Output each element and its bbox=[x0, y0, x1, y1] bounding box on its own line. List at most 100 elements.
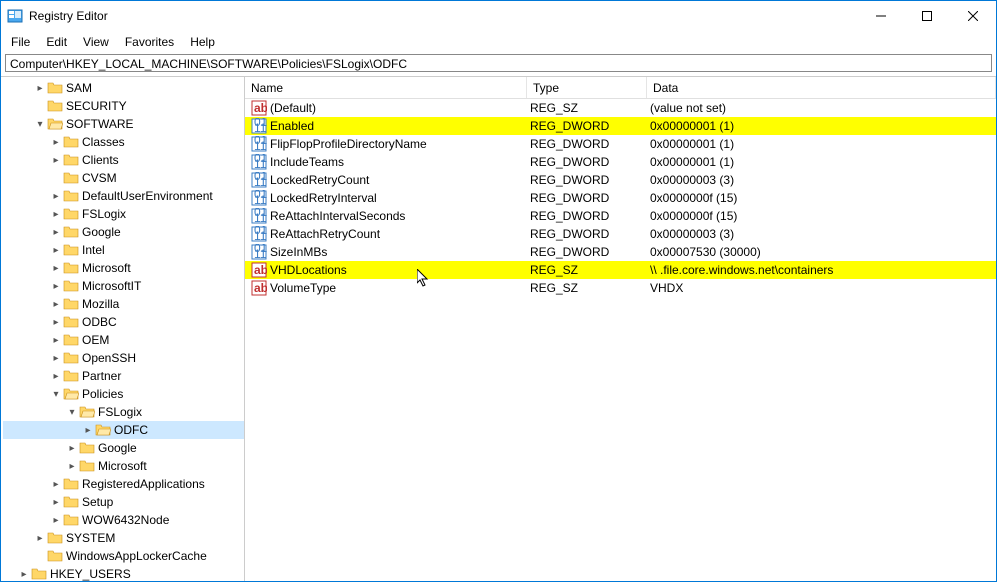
tree-item-label: Microsoft bbox=[82, 261, 131, 275]
tree-item[interactable]: WindowsAppLockerCache bbox=[3, 547, 244, 565]
menu-view[interactable]: View bbox=[77, 33, 115, 51]
menu-help[interactable]: Help bbox=[184, 33, 221, 51]
expand-icon[interactable]: ▸ bbox=[49, 479, 63, 490]
tree-item[interactable]: CVSM bbox=[3, 169, 244, 187]
expand-icon[interactable]: ▸ bbox=[49, 497, 63, 508]
expand-icon[interactable]: ▸ bbox=[65, 443, 79, 454]
tree-item[interactable]: ▸ ODBC bbox=[3, 313, 244, 331]
expand-icon[interactable]: ▸ bbox=[33, 83, 47, 94]
value-row[interactable]: 011110 ReAttachIntervalSeconds REG_DWORD… bbox=[245, 207, 996, 225]
value-row[interactable]: ab VolumeType REG_SZ VHDX bbox=[245, 279, 996, 297]
col-type[interactable]: Type bbox=[527, 77, 647, 98]
value-row[interactable]: 011110 Enabled REG_DWORD 0x00000001 (1) bbox=[245, 117, 996, 135]
svg-text:110: 110 bbox=[254, 139, 267, 152]
tree-item[interactable]: ▸ Intel bbox=[3, 241, 244, 259]
value-row[interactable]: 011110 SizeInMBs REG_DWORD 0x00007530 (3… bbox=[245, 243, 996, 261]
expand-icon[interactable]: ▸ bbox=[49, 155, 63, 166]
tree-item-label: Google bbox=[82, 225, 121, 239]
value-row[interactable]: ab VHDLocations REG_SZ \\ .file.core.win… bbox=[245, 261, 996, 279]
tree-item-label: Partner bbox=[82, 369, 121, 383]
value-row[interactable]: 011110 IncludeTeams REG_DWORD 0x00000001… bbox=[245, 153, 996, 171]
title-bar: Registry Editor bbox=[1, 1, 996, 31]
value-row[interactable]: ab (Default) REG_SZ (value not set) bbox=[245, 99, 996, 117]
expand-icon[interactable]: ▸ bbox=[49, 299, 63, 310]
col-data[interactable]: Data bbox=[647, 77, 996, 98]
tree-item[interactable]: ▸ SYSTEM bbox=[3, 529, 244, 547]
tree-item[interactable]: ▸ WOW6432Node bbox=[3, 511, 244, 529]
tree-item[interactable]: ▸ Partner bbox=[3, 367, 244, 385]
value-data: 0x00000001 (1) bbox=[644, 137, 996, 151]
tree-item[interactable]: ▸ ODFC bbox=[3, 421, 244, 439]
tree-item[interactable]: ▸ Google bbox=[3, 223, 244, 241]
tree-item[interactable]: ▸ RegisteredApplications bbox=[3, 475, 244, 493]
expand-icon[interactable]: ▾ bbox=[33, 119, 47, 130]
value-data: 0x00000003 (3) bbox=[644, 227, 996, 241]
tree-item[interactable]: ▸ Microsoft bbox=[3, 259, 244, 277]
tree-item[interactable]: ▸ Clients bbox=[3, 151, 244, 169]
tree-item-label: Classes bbox=[82, 135, 125, 149]
tree-item[interactable]: ▸ Mozilla bbox=[3, 295, 244, 313]
menu-edit[interactable]: Edit bbox=[40, 33, 73, 51]
menu-favorites[interactable]: Favorites bbox=[119, 33, 180, 51]
value-type: REG_SZ bbox=[524, 281, 644, 295]
svg-text:110: 110 bbox=[254, 157, 267, 170]
expand-icon[interactable]: ▸ bbox=[49, 263, 63, 274]
content-area: ▸ SAM SECURITY▾ SOFTWARE▸ Classes▸ Clien… bbox=[1, 76, 996, 581]
values-list[interactable]: Name Type Data ab (Default) REG_SZ (valu… bbox=[245, 77, 996, 581]
tree-item[interactable]: ▸ Microsoft bbox=[3, 457, 244, 475]
tree-item[interactable]: ▸ Setup bbox=[3, 493, 244, 511]
tree-item[interactable]: ▾ SOFTWARE bbox=[3, 115, 244, 133]
menu-file[interactable]: File bbox=[5, 33, 36, 51]
value-row[interactable]: 011110 LockedRetryInterval REG_DWORD 0x0… bbox=[245, 189, 996, 207]
tree-item-label: Microsoft bbox=[98, 459, 147, 473]
value-row[interactable]: 011110 ReAttachRetryCount REG_DWORD 0x00… bbox=[245, 225, 996, 243]
tree-item-label: WindowsAppLockerCache bbox=[66, 549, 207, 563]
minimize-button[interactable] bbox=[858, 1, 904, 31]
tree-item-label: ODFC bbox=[114, 423, 148, 437]
tree-item[interactable]: SECURITY bbox=[3, 97, 244, 115]
expand-icon[interactable]: ▸ bbox=[33, 533, 47, 544]
tree-item-label: Policies bbox=[82, 387, 123, 401]
maximize-button[interactable] bbox=[904, 1, 950, 31]
tree-item[interactable]: ▾ FSLogix bbox=[3, 403, 244, 421]
expand-icon[interactable]: ▾ bbox=[65, 407, 79, 418]
value-type: REG_DWORD bbox=[524, 209, 644, 223]
mouse-cursor bbox=[417, 269, 433, 289]
expand-icon[interactable]: ▸ bbox=[49, 371, 63, 382]
expand-icon[interactable]: ▸ bbox=[49, 227, 63, 238]
tree-item[interactable]: ▸ Google bbox=[3, 439, 244, 457]
tree-item[interactable]: ▸ FSLogix bbox=[3, 205, 244, 223]
col-name[interactable]: Name bbox=[245, 77, 527, 98]
window-title: Registry Editor bbox=[29, 9, 858, 23]
close-button[interactable] bbox=[950, 1, 996, 31]
expand-icon[interactable]: ▾ bbox=[49, 389, 63, 400]
expand-icon[interactable]: ▸ bbox=[49, 335, 63, 346]
expand-icon[interactable]: ▸ bbox=[49, 353, 63, 364]
svg-text:110: 110 bbox=[254, 175, 267, 188]
expand-icon[interactable]: ▸ bbox=[65, 461, 79, 472]
tree-item[interactable]: ▸ OEM bbox=[3, 331, 244, 349]
tree-item[interactable]: ▾ Policies bbox=[3, 385, 244, 403]
svg-text:110: 110 bbox=[254, 229, 267, 242]
expand-icon[interactable]: ▸ bbox=[49, 515, 63, 526]
expand-icon[interactable]: ▸ bbox=[49, 191, 63, 202]
app-icon bbox=[7, 8, 23, 24]
address-bar[interactable]: Computer\HKEY_LOCAL_MACHINE\SOFTWARE\Pol… bbox=[5, 54, 992, 72]
tree-item[interactable]: ▸ DefaultUserEnvironment bbox=[3, 187, 244, 205]
tree-item[interactable]: ▸ OpenSSH bbox=[3, 349, 244, 367]
value-row[interactable]: 011110 FlipFlopProfileDirectoryName REG_… bbox=[245, 135, 996, 153]
expand-icon[interactable]: ▸ bbox=[81, 425, 95, 436]
tree-item[interactable]: ▸ Classes bbox=[3, 133, 244, 151]
tree-item[interactable]: ▸ HKEY_USERS bbox=[3, 565, 244, 581]
tree-item-label: CVSM bbox=[82, 171, 117, 185]
expand-icon[interactable]: ▸ bbox=[49, 281, 63, 292]
tree-view[interactable]: ▸ SAM SECURITY▾ SOFTWARE▸ Classes▸ Clien… bbox=[1, 77, 245, 581]
expand-icon[interactable]: ▸ bbox=[49, 137, 63, 148]
tree-item[interactable]: ▸ MicrosoftIT bbox=[3, 277, 244, 295]
expand-icon[interactable]: ▸ bbox=[17, 569, 31, 580]
value-row[interactable]: 011110 LockedRetryCount REG_DWORD 0x0000… bbox=[245, 171, 996, 189]
expand-icon[interactable]: ▸ bbox=[49, 317, 63, 328]
expand-icon[interactable]: ▸ bbox=[49, 245, 63, 256]
tree-item[interactable]: ▸ SAM bbox=[3, 79, 244, 97]
expand-icon[interactable]: ▸ bbox=[49, 209, 63, 220]
